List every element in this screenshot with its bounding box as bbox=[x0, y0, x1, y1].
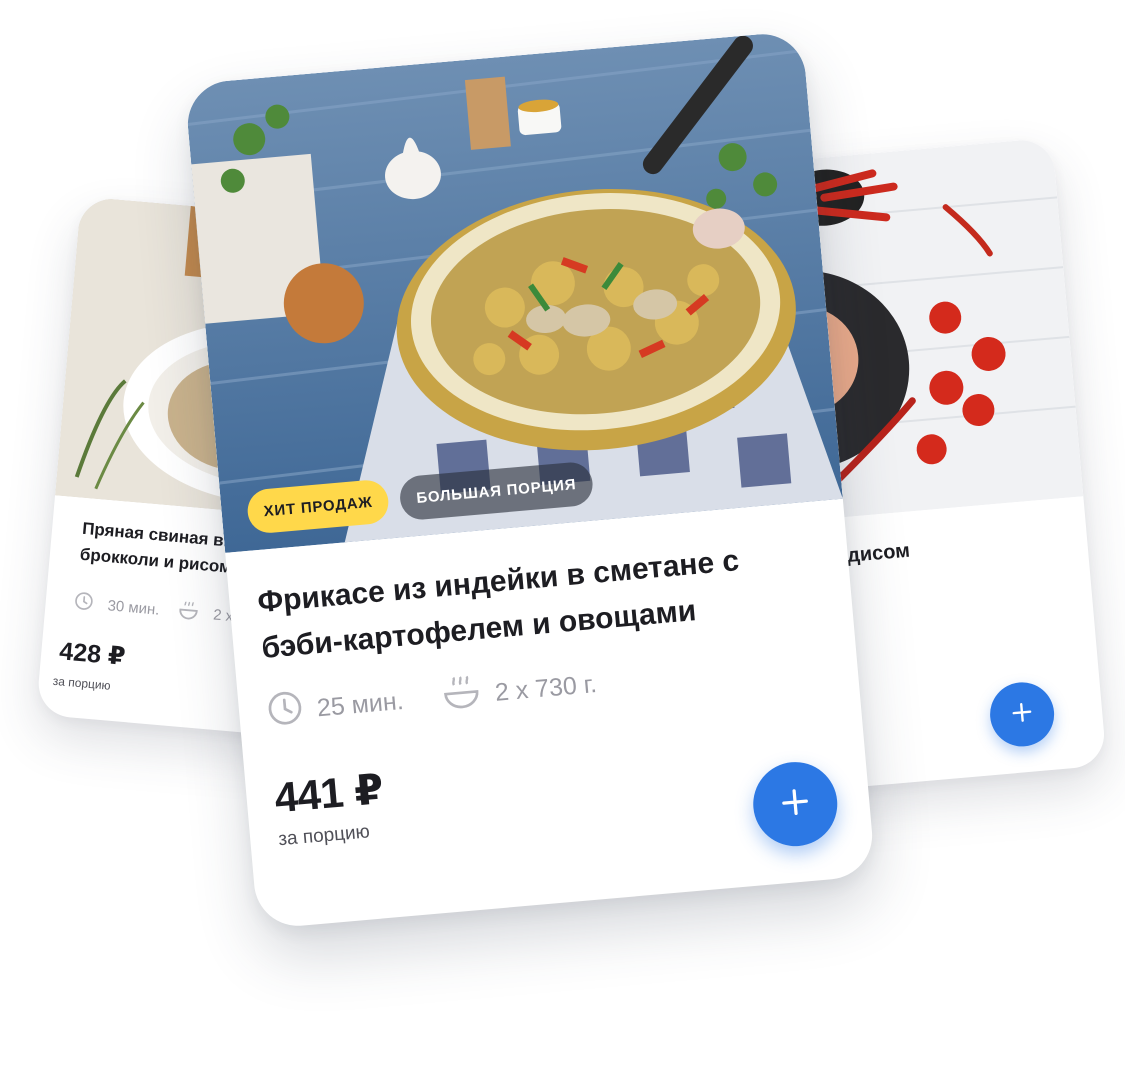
add-to-cart-button[interactable] bbox=[987, 679, 1057, 750]
per-portion-label: за порцию bbox=[52, 673, 112, 693]
bowl-icon bbox=[439, 671, 483, 721]
card-meta: 25 мин. 2 х 730 г. bbox=[265, 661, 598, 737]
cook-time: 30 мин. bbox=[73, 590, 161, 621]
plus-icon bbox=[1010, 700, 1034, 729]
plus-icon bbox=[779, 785, 812, 822]
per-portion-label: за порцию bbox=[277, 821, 371, 851]
cook-time: 25 мин. bbox=[265, 680, 405, 735]
portion-info: 2 х 730 г. bbox=[439, 661, 598, 721]
portion-info: 2 х bbox=[176, 598, 234, 629]
cook-time-value: 30 мин. bbox=[106, 596, 161, 619]
bowl-icon bbox=[176, 598, 200, 626]
clock-icon bbox=[73, 590, 95, 616]
card-title[interactable]: Фрикасе из индейки в сметане с бэби-карт… bbox=[256, 531, 822, 671]
stage: Пряная свиная выр брокколи и рисом ( 30 … bbox=[0, 0, 1125, 1068]
add-to-cart-button[interactable] bbox=[749, 758, 841, 850]
portion-value: 2 х 730 г. bbox=[493, 670, 598, 707]
price: 428 ₽ bbox=[58, 637, 127, 671]
price: 441 ₽ bbox=[272, 765, 385, 822]
cook-time-value: 25 мин. bbox=[315, 686, 405, 723]
product-card-featured[interactable]: ХИТ ПРОДАЖ БОЛЬШАЯ ПОРЦИЯ Фрикасе из инд… bbox=[184, 30, 876, 930]
card-meta: 30 мин. 2 х bbox=[73, 589, 235, 629]
clock-icon bbox=[265, 689, 305, 735]
